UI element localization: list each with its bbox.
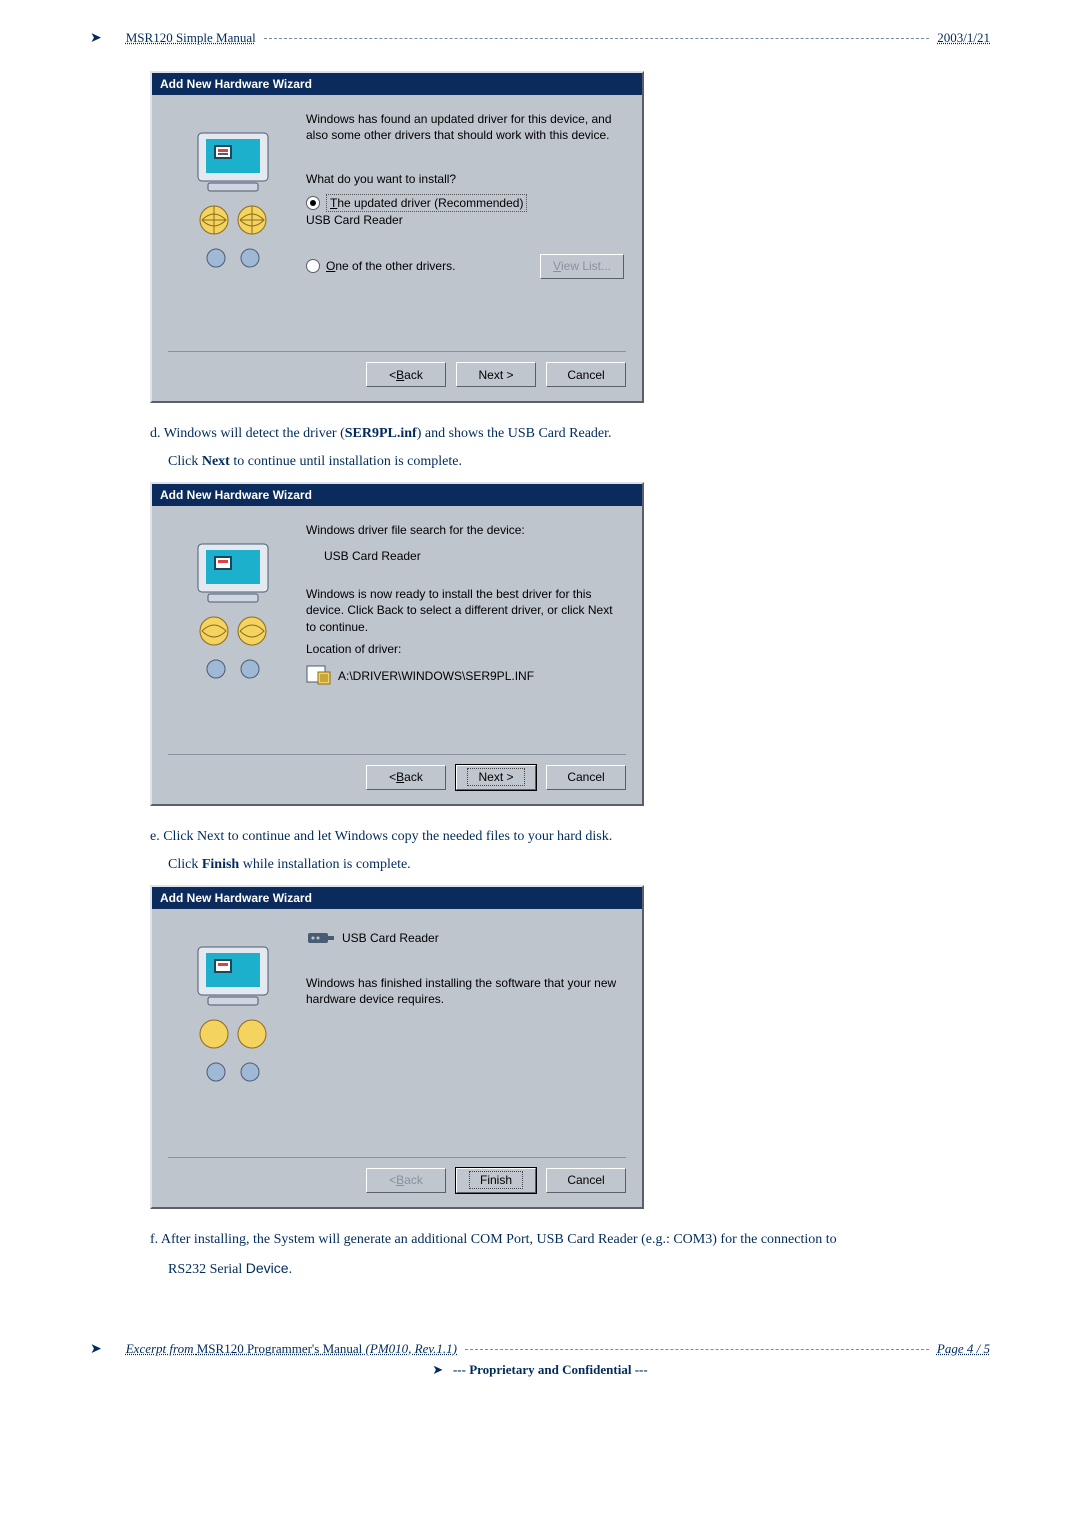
step-f: f. After installing, the System will gen…	[150, 1229, 950, 1251]
step-d-line1: d. Windows will detect the driver (SER9P…	[150, 423, 990, 445]
device-name-label: USB Card Reader	[324, 548, 624, 564]
step-f-cont: RS232 Serial Device.	[168, 1257, 990, 1281]
wizard-sidebar-graphic	[170, 522, 296, 746]
monitor-icon	[178, 127, 288, 197]
cancel-button[interactable]: Cancel	[546, 362, 626, 387]
location-label: Location of driver:	[306, 641, 624, 657]
bullet-arrow: ➤	[90, 30, 102, 47]
dialog2-intro: Windows driver file search for the devic…	[306, 522, 624, 538]
globe-icon	[197, 614, 231, 648]
cancel-button[interactable]: Cancel	[546, 765, 626, 790]
globe-icon	[197, 1017, 231, 1051]
cancel-button[interactable]: Cancel	[546, 1168, 626, 1193]
document-title: MSR120 Simple Manual	[126, 30, 256, 46]
wizard-dialog-3: Add New Hardware Wizard	[150, 885, 644, 1209]
radio-other-label: One of the other drivers.	[326, 259, 455, 273]
globe-icon	[197, 203, 231, 237]
globe-icon	[235, 243, 265, 273]
radio-recommended[interactable]: The updated driver (Recommended)	[306, 194, 624, 212]
page-header: ➤ MSR120 Simple Manual 2003/1/21	[90, 30, 990, 47]
hardware-icon	[306, 925, 336, 951]
footer-confidential: ➤ --- Proprietary and Confidential ---	[90, 1362, 990, 1378]
next-button[interactable]: Next >	[456, 362, 536, 387]
footer-source: Excerpt from MSR120 Programmer's Manual …	[126, 1341, 457, 1357]
globe-icon	[235, 1017, 269, 1051]
dialog-titlebar: Add New Hardware Wizard	[152, 484, 642, 506]
radio-recommended-label: The updated driver (Recommended)	[326, 194, 527, 212]
header-dashline	[264, 38, 930, 39]
step-d-line2: Click Next to continue until installatio…	[168, 451, 990, 473]
radio-other[interactable]: One of the other drivers.	[306, 259, 455, 273]
globe-icon	[201, 243, 231, 273]
inf-file-icon	[306, 663, 332, 689]
page-footer: ➤ Excerpt from MSR120 Programmer's Manua…	[90, 1341, 990, 1378]
wizard-dialog-2: Add New Hardware Wizard Windows driver f…	[150, 482, 644, 806]
globe-icon	[201, 654, 231, 684]
device-name-label: USB Card Reader	[306, 212, 624, 228]
finish-button[interactable]: Finish	[456, 1168, 536, 1193]
globe-icon	[235, 1057, 265, 1087]
globe-icon	[201, 1057, 231, 1087]
back-button[interactable]: < Back	[366, 765, 446, 790]
step-e-line1: e. Click Next to continue and let Window…	[150, 826, 990, 848]
dialog3-finished: Windows has finished installing the soft…	[306, 975, 624, 1007]
view-list-button: View List...	[540, 254, 624, 279]
bullet-arrow: ➤	[90, 1341, 102, 1358]
globe-icon	[235, 614, 269, 648]
wizard-dialog-1: Add New Hardware Wizard Windows has	[150, 71, 644, 403]
radio-unselected-icon	[306, 259, 320, 273]
next-button[interactable]: Next >	[456, 765, 536, 790]
monitor-icon	[178, 941, 288, 1011]
back-button: < Back	[366, 1168, 446, 1193]
dialog2-ready: Windows is now ready to install the best…	[306, 586, 624, 635]
dialog-titlebar: Add New Hardware Wizard	[152, 887, 642, 909]
wizard-sidebar-graphic	[170, 925, 296, 1149]
driver-path-row: A:\DRIVER\WINDOWS\SER9PL.INF	[306, 663, 624, 689]
dialog-titlebar: Add New Hardware Wizard	[152, 73, 642, 95]
globe-icon	[235, 203, 269, 237]
document-date: 2003/1/21	[937, 30, 990, 46]
footer-dashline	[465, 1349, 929, 1350]
driver-path: A:\DRIVER\WINDOWS\SER9PL.INF	[338, 668, 534, 684]
wizard-sidebar-graphic	[170, 111, 296, 343]
monitor-icon	[178, 538, 288, 608]
dialog1-content: Windows has found an updated driver for …	[296, 111, 624, 343]
radio-selected-icon	[306, 196, 320, 210]
step-e-line2: Click Finish while installation is compl…	[168, 854, 990, 876]
footer-page: Page 4 / 5	[937, 1341, 990, 1357]
globe-icon	[235, 654, 265, 684]
bullet-arrow: ➤	[432, 1362, 443, 1377]
dialog3-content: USB Card Reader Windows has finished ins…	[296, 925, 624, 1149]
dialog1-question: What do you want to install?	[306, 171, 624, 187]
dialog2-content: Windows driver file search for the devic…	[296, 522, 624, 746]
device-name-label: USB Card Reader	[342, 930, 439, 946]
device-row: USB Card Reader	[306, 925, 624, 951]
dialog1-intro: Windows has found an updated driver for …	[306, 111, 624, 143]
back-button[interactable]: < Back	[366, 362, 446, 387]
